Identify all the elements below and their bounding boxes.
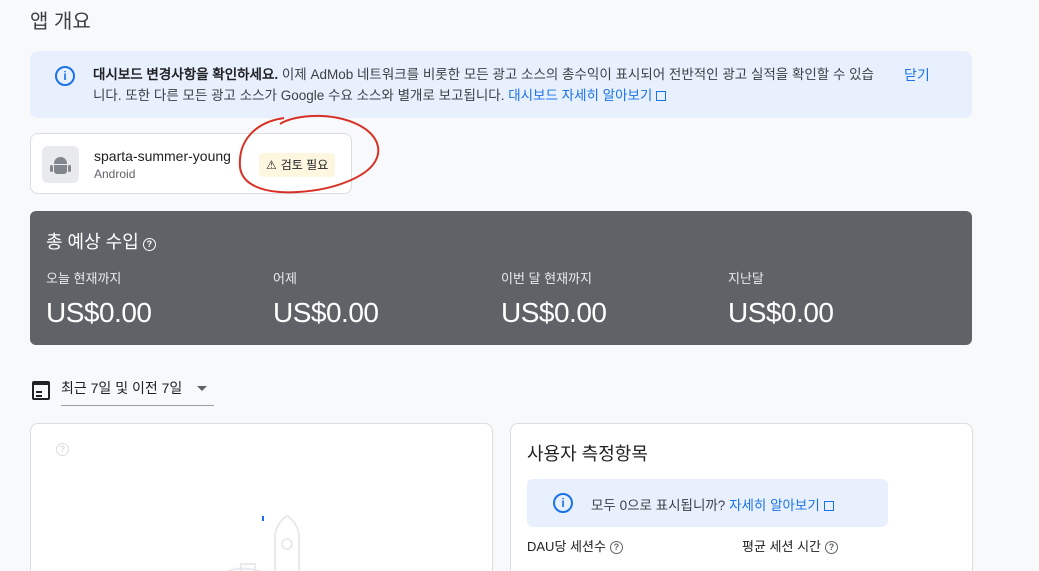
page-title: 앱 개요: [30, 11, 91, 33]
dashboard-learn-more-link[interactable]: 대시보드 자세히 알아보기: [508, 88, 667, 103]
metric-this-month: 이번 달 현재까지 US$0.00: [501, 271, 607, 328]
banner-text: 대시보드 변경사항을 확인하세요. 이제 AdMob 네트워크를 비롯한 모든 …: [93, 64, 883, 106]
metric-yesterday: 어제 US$0.00: [273, 271, 379, 328]
help-icon[interactable]: ?: [609, 541, 623, 554]
dau-sessions-label: DAU당 세션수?: [527, 536, 623, 555]
total-revenue-card: 총 예상 수입? 오늘 현재까지 US$0.00 어제 US$0.00 이번 달…: [30, 211, 972, 345]
metric-today: 오늘 현재까지 US$0.00: [46, 271, 152, 328]
banner-close-button[interactable]: 닫기: [904, 65, 930, 85]
user-metrics-title: 사용자 측정항목: [527, 444, 648, 464]
avg-session-duration-label: 평균 세션 시간?: [742, 536, 838, 555]
external-link-icon: [823, 501, 834, 511]
android-icon: [42, 146, 79, 183]
date-range-select[interactable]: 최근 7일 및 이전 7일: [61, 377, 214, 406]
chart-card: ?: [30, 423, 493, 571]
app-name: sparta-summer-young: [94, 148, 231, 164]
app-platform: Android: [94, 167, 136, 181]
help-icon[interactable]: ?: [142, 238, 156, 251]
user-metrics-card: 사용자 측정항목 i 모두 0으로 표시됩니까? 자세히 알아보기 DAU당 세…: [510, 423, 973, 571]
help-icon[interactable]: ?: [56, 443, 69, 456]
revenue-title: 총 예상 수입?: [46, 228, 156, 254]
info-icon: i: [553, 493, 573, 513]
info-icon: i: [55, 66, 75, 86]
dashboard-change-banner: i 대시보드 변경사항을 확인하세요. 이제 AdMob 네트워크를 비롯한 모…: [30, 51, 972, 118]
chevron-down-icon: [197, 386, 207, 391]
learn-more-link[interactable]: 자세히 알아보기: [729, 498, 834, 513]
metric-last-month: 지난달 US$0.00: [728, 271, 834, 328]
rocket-illustration-icon: [226, 514, 300, 571]
banner-bold-text: 대시보드 변경사항을 확인하세요.: [93, 67, 279, 82]
external-link-icon: [656, 91, 667, 101]
help-icon[interactable]: ?: [824, 541, 838, 554]
red-annotation-circle: [238, 114, 380, 194]
zero-values-text: 모두 0으로 표시됩니까?: [591, 498, 730, 513]
calendar-icon: [32, 381, 50, 400]
zero-values-info-banner: i 모두 0으로 표시됩니까? 자세히 알아보기: [527, 479, 888, 527]
